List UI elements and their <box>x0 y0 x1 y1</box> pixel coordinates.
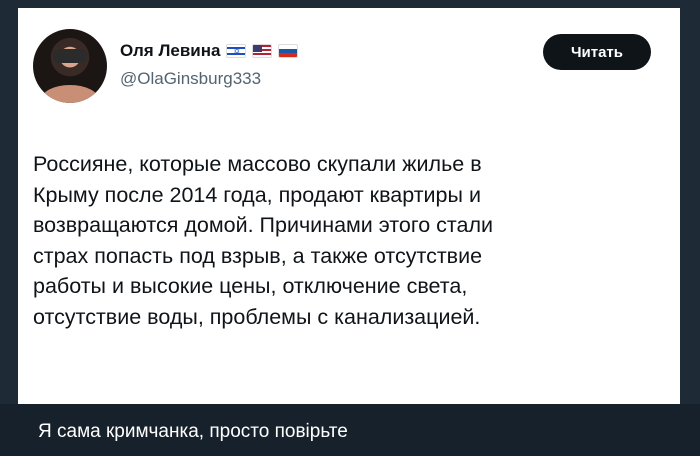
window-frame-right <box>680 0 700 404</box>
post-text-line: Крыму после 2014 года, продают квартиры … <box>33 182 481 207</box>
post-card: Оля Левина ✡ @OlaGinsburg333 Читать Росс… <box>18 8 680 404</box>
post-text-line: отсутствие воды, проблемы с канализацией… <box>33 304 481 329</box>
window-frame-top <box>0 0 700 8</box>
avatar[interactable] <box>33 29 107 103</box>
sunglasses-shape <box>53 49 87 63</box>
follow-button[interactable]: Читать <box>543 34 651 70</box>
usa-flag-icon <box>252 44 273 58</box>
post-text: Россияне, которые массово скупали жилье … <box>33 149 633 332</box>
post-text-line: Россияне, которые массово скупали жилье … <box>33 152 482 176</box>
author-row: Оля Левина ✡ <box>120 41 299 61</box>
message-caption: Я сама кримчанка, просто повірьте <box>38 421 348 442</box>
post-text-line: работы и высокие цены, отключение света, <box>33 274 468 298</box>
window-frame-left <box>0 0 18 404</box>
post-text-line: возвращаются домой. Причинами этого стал… <box>33 213 494 237</box>
israel-flag-icon: ✡ <box>226 44 247 58</box>
author-handle[interactable]: @OlaGinsburg333 <box>120 69 261 89</box>
russia-flag-icon <box>278 44 299 58</box>
author-name[interactable]: Оля Левина <box>120 41 220 61</box>
shoulder-shape <box>41 85 99 103</box>
post-text-line: страх попасть под взрыв, а также отсутст… <box>33 243 483 268</box>
